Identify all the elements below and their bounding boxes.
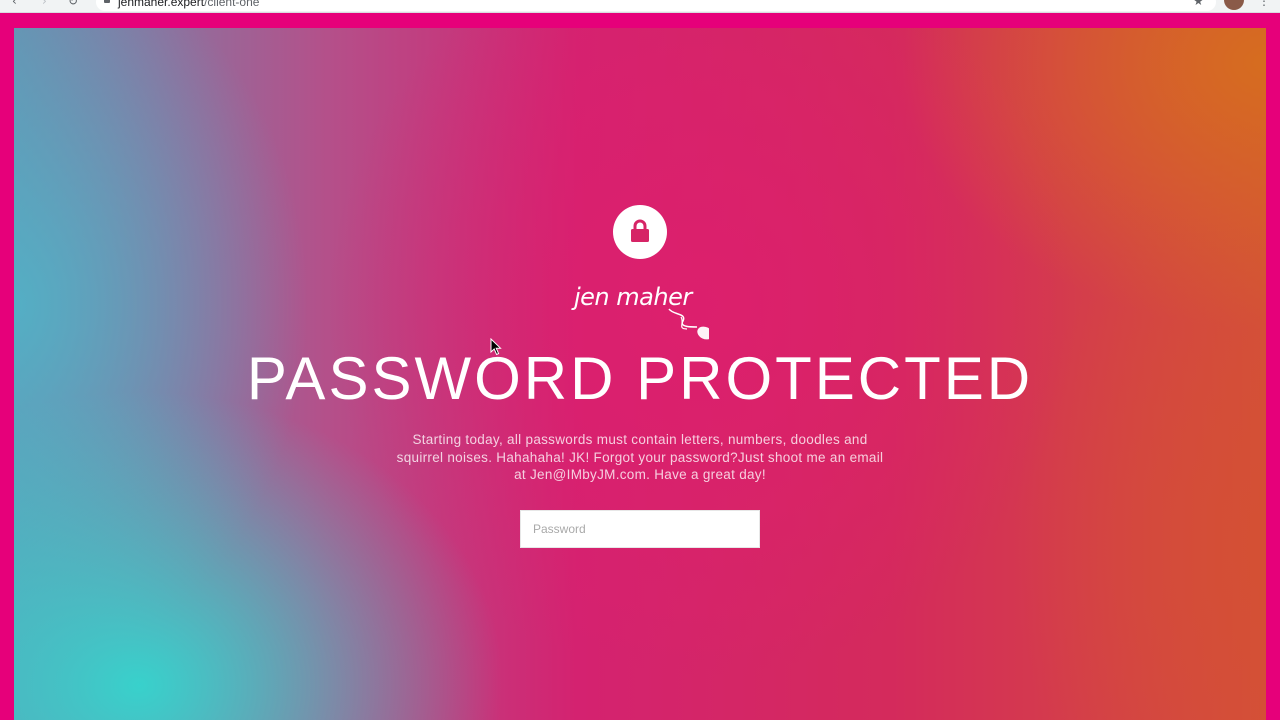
- lock-icon: [631, 219, 649, 242]
- reload-icon[interactable]: ↻: [68, 0, 78, 8]
- profile-avatar[interactable]: [1224, 0, 1244, 10]
- page-title: PASSWORD PROTECTED: [246, 345, 1034, 412]
- url-path: /client-one: [204, 0, 260, 9]
- jen-maher-logo: jen maher: [569, 283, 719, 343]
- browser-toolbar: ‹ › ↻ jenmaher.expert/client-one ★ ⋮: [0, 0, 1280, 13]
- secure-lock-icon: [104, 0, 110, 3]
- back-icon[interactable]: ‹: [12, 0, 17, 8]
- address-bar[interactable]: jenmaher.expert/client-one: [96, 0, 1216, 11]
- browser-menu-icon[interactable]: ⋮: [1258, 0, 1270, 8]
- password-panel: jen maher PASSWORD PROTECTED Starting to…: [14, 28, 1266, 720]
- computer-mouse-icon: [668, 308, 709, 340]
- bookmark-star-icon[interactable]: ★: [1193, 0, 1204, 8]
- forward-icon[interactable]: ›: [42, 0, 47, 8]
- password-message: Starting today, all passwords must conta…: [396, 432, 884, 482]
- mouse-pointer-icon: [490, 338, 502, 356]
- lock-badge: [613, 205, 667, 259]
- password-page: jen maher PASSWORD PROTECTED Starting to…: [14, 28, 1266, 720]
- password-input[interactable]: [520, 510, 760, 548]
- url-host: jenmaher.expert: [118, 0, 205, 9]
